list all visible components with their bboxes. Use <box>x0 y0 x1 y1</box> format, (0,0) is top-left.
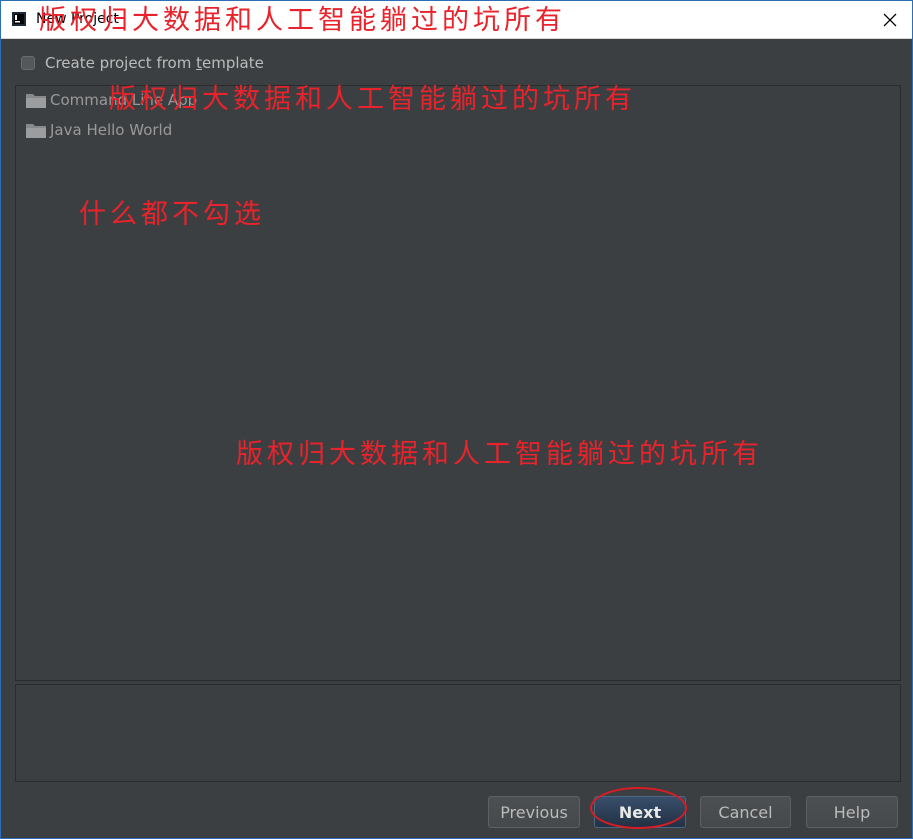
folder-icon <box>26 94 46 108</box>
new-project-dialog: New Project Create project from template… <box>0 0 913 839</box>
close-button[interactable] <box>868 1 912 38</box>
create-from-template-option[interactable]: Create project from template <box>21 53 264 73</box>
previous-button[interactable]: Previous <box>488 796 580 828</box>
create-from-template-label: Create project from template <box>45 54 264 72</box>
help-button[interactable]: Help <box>806 796 898 828</box>
template-item-java-hello-world[interactable]: Java Hello World <box>26 119 172 141</box>
next-button-highlight-ellipse <box>590 787 687 829</box>
create-from-template-checkbox[interactable] <box>21 56 35 70</box>
template-item-label: Java Hello World <box>50 121 173 139</box>
cancel-button[interactable]: Cancel <box>700 796 791 828</box>
close-icon <box>883 13 897 26</box>
note-annotation: 什么都不勾选 <box>79 199 265 230</box>
intellij-app-icon <box>12 12 26 26</box>
template-list[interactable]: Command Line App Java Hello World <box>15 85 901 681</box>
watermark-annotation-list: 版权归大数据和人工智能躺过的坑所有 <box>109 84 636 115</box>
watermark-annotation-title: 版权归大数据和人工智能躺过的坑所有 <box>39 5 566 36</box>
folder-icon <box>26 124 46 138</box>
watermark-annotation-center: 版权归大数据和人工智能躺过的坑所有 <box>236 439 763 470</box>
template-description-panel <box>15 684 901 782</box>
